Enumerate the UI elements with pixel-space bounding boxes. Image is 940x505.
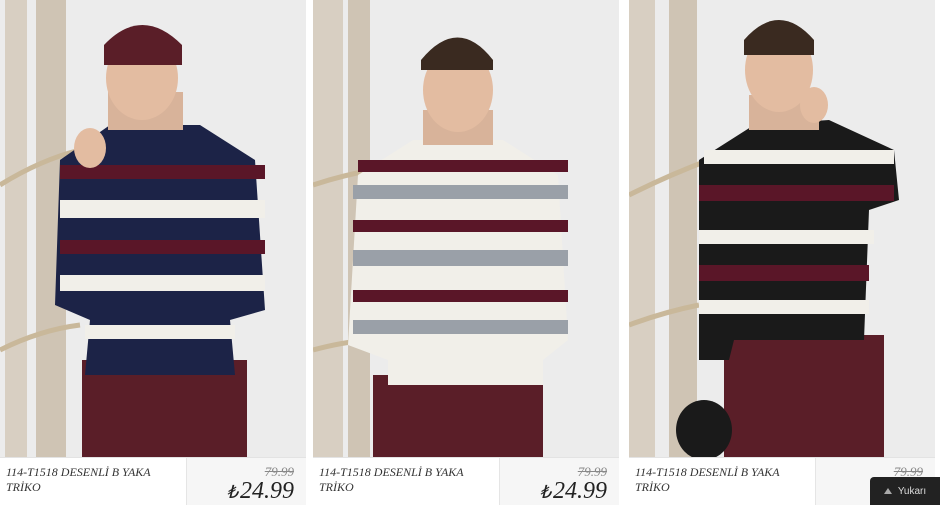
product-photo[interactable] bbox=[313, 0, 619, 457]
product-image bbox=[629, 0, 935, 457]
product-card[interactable]: 114-T1518 DESENLİ B YAKA TRİKO 79.99 ₺2 bbox=[629, 0, 935, 505]
product-photo[interactable] bbox=[629, 0, 935, 457]
product-photo[interactable] bbox=[0, 0, 306, 457]
product-card[interactable]: 114-T1518 DESENLİ B YAKA TRİKO 79.99 ₺24… bbox=[0, 0, 306, 505]
product-card[interactable]: 114-T1518 DESENLİ B YAKA TRİKO 79.99 ₺24… bbox=[313, 0, 619, 505]
currency-icon: ₺ bbox=[226, 482, 238, 502]
arrow-up-icon bbox=[883, 488, 892, 494]
product-info: 114-T1518 DESENLİ B YAKA TRİKO 79.99 ₺24… bbox=[0, 457, 306, 505]
price-box: 79.99 ₺24.99 bbox=[499, 458, 619, 505]
product-name[interactable]: 114-T1518 DESENLİ B YAKA TRİKO bbox=[635, 465, 805, 495]
current-price: ₺24.99 bbox=[227, 478, 294, 505]
price-value: 24.99 bbox=[553, 478, 607, 504]
price-box: 79.99 ₺24.99 bbox=[186, 458, 306, 505]
current-price: ₺24.99 bbox=[540, 478, 607, 505]
scroll-top-label: Yukarı bbox=[897, 485, 927, 497]
product-name[interactable]: 114-T1518 DESENLİ B YAKA TRİKO bbox=[319, 465, 489, 495]
currency-icon: ₺ bbox=[539, 482, 551, 502]
product-image bbox=[0, 0, 306, 457]
product-name[interactable]: 114-T1518 DESENLİ B YAKA TRİKO bbox=[6, 465, 176, 495]
price-value: 24.99 bbox=[240, 478, 294, 504]
product-info: 114-T1518 DESENLİ B YAKA TRİKO 79.99 ₺24… bbox=[313, 457, 619, 505]
product-image bbox=[313, 0, 619, 457]
scroll-top-button[interactable]: Yukarı bbox=[870, 477, 940, 505]
product-grid: 114-T1518 DESENLİ B YAKA TRİKO 79.99 ₺24… bbox=[0, 0, 940, 505]
